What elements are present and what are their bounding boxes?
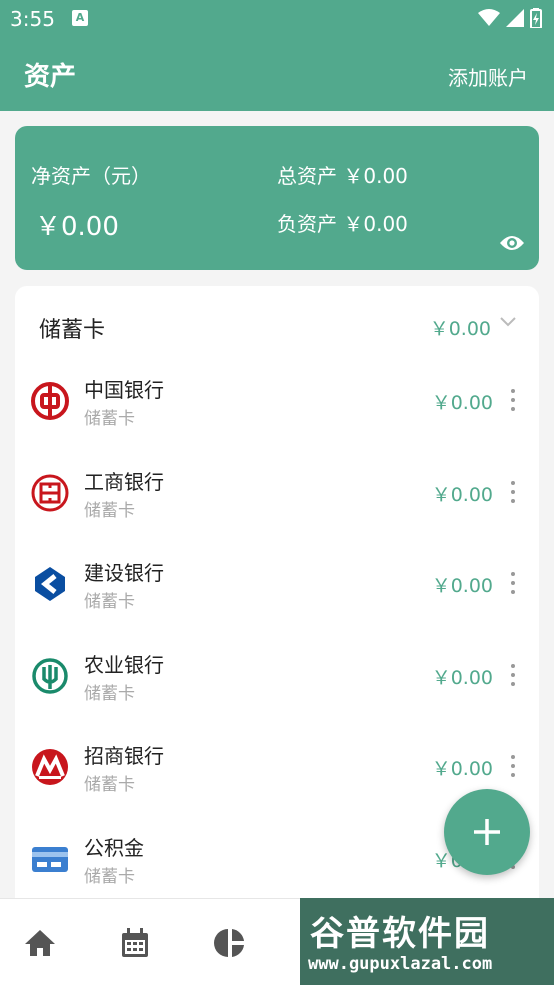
account-type: 储蓄卡	[84, 501, 135, 521]
app-bar: 资产 添加账户	[0, 38, 554, 111]
account-type: 储蓄卡	[84, 775, 135, 795]
account-type: 储蓄卡	[84, 867, 135, 887]
watermark-url: www.gupuxlazal.com	[308, 954, 493, 974]
chevron-down-icon[interactable]	[499, 316, 517, 328]
more-options-icon[interactable]	[509, 752, 517, 780]
abc-icon	[32, 658, 68, 694]
account-name: 农业银行	[84, 653, 164, 677]
account-balance: ￥0.00	[431, 758, 493, 780]
calendar-icon[interactable]	[117, 925, 153, 961]
account-row[interactable]: 建设银行 储蓄卡 ￥0.00	[15, 547, 539, 637]
plus-icon	[474, 819, 500, 845]
boc-icon	[31, 382, 69, 420]
account-balance: ￥0.00	[431, 667, 493, 689]
more-options-icon[interactable]	[509, 386, 517, 414]
section-total: ￥0.00	[429, 318, 491, 340]
account-name: 招商银行	[84, 744, 164, 768]
more-options-icon[interactable]	[509, 478, 517, 506]
notification-icon: A	[72, 10, 88, 26]
more-options-icon[interactable]	[509, 661, 517, 689]
signal-icon	[506, 9, 524, 27]
account-name: 建设银行	[84, 561, 164, 585]
watermark: 谷普软件园 www.gupuxlazal.com	[300, 898, 554, 985]
cmb-icon	[32, 749, 68, 785]
status-time: 3:55	[10, 7, 55, 31]
account-balance: ￥0.00	[431, 575, 493, 597]
account-row[interactable]: 中国银行 储蓄卡 ￥0.00	[15, 364, 539, 454]
page-title: 资产	[24, 62, 77, 92]
asset-summary-card: 净资产（元） ￥0.00 总资产 ￥0.00 负资产 ￥0.00	[15, 126, 539, 270]
net-assets-value: ￥0.00	[35, 212, 119, 242]
add-fab-button[interactable]	[444, 789, 530, 875]
account-name: 工商银行	[84, 470, 164, 494]
account-row[interactable]: 工商银行 储蓄卡 ￥0.00	[15, 456, 539, 546]
liabilities: 负资产 ￥0.00	[277, 212, 408, 236]
wifi-icon	[478, 9, 500, 26]
add-account-button[interactable]: 添加账户	[448, 62, 528, 91]
eye-icon[interactable]	[499, 234, 525, 252]
account-balance: ￥0.00	[431, 484, 493, 506]
ccb-icon	[35, 567, 65, 601]
system-icons	[478, 8, 542, 28]
more-options-icon[interactable]	[509, 569, 517, 597]
watermark-text: 谷普软件园	[310, 914, 490, 954]
net-assets-label: 净资产（元）	[31, 164, 151, 188]
home-icon[interactable]	[22, 925, 58, 961]
battery-icon	[530, 8, 542, 28]
card-icon	[32, 847, 68, 872]
account-type: 储蓄卡	[84, 409, 135, 429]
status-bar: 3:55 A	[0, 0, 554, 38]
account-row[interactable]: 农业银行 储蓄卡 ￥0.00	[15, 639, 539, 729]
account-type: 储蓄卡	[84, 592, 135, 612]
account-balance: ￥0.00	[431, 392, 493, 414]
section-title: 储蓄卡	[39, 318, 106, 343]
account-type: 储蓄卡	[84, 684, 135, 704]
account-name: 中国银行	[84, 378, 164, 402]
icbc-icon	[31, 474, 69, 512]
account-name: 公积金	[84, 836, 144, 860]
pie-chart-icon[interactable]	[212, 925, 248, 961]
total-assets: 总资产 ￥0.00	[277, 164, 408, 188]
